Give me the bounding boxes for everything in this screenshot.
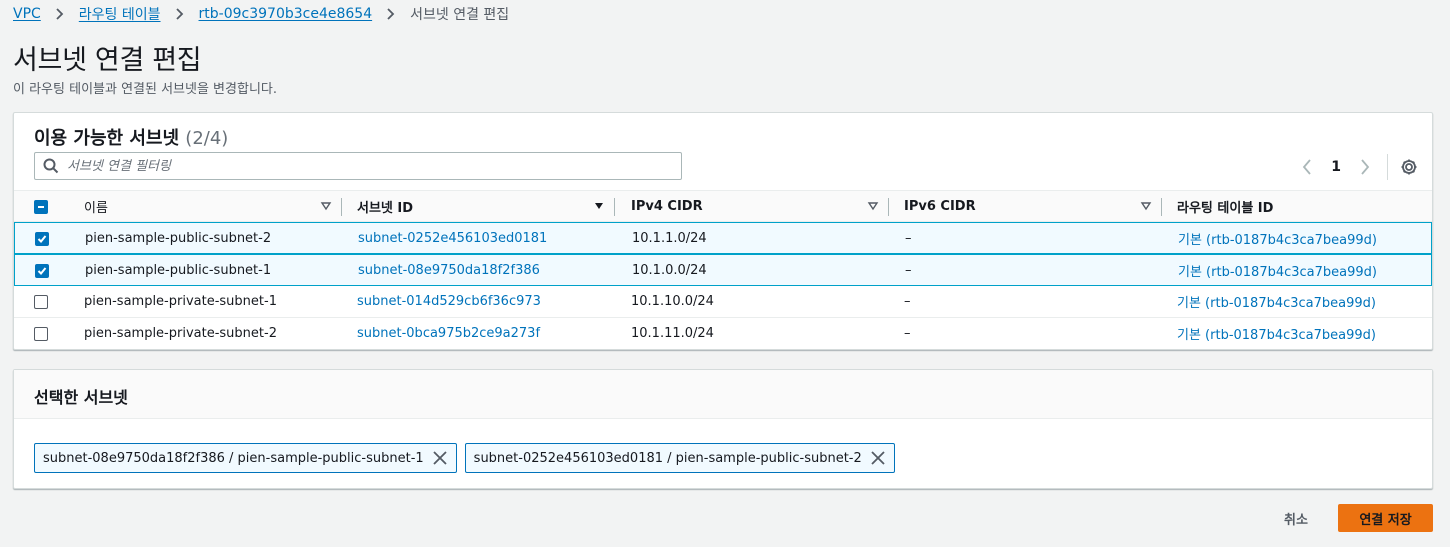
column-name[interactable]: 이름: [84, 191, 342, 222]
ipv4-cidr: 10.1.0.0/24: [632, 263, 707, 278]
ipv4-cidr: 10.1.1.0/24: [632, 231, 707, 246]
column-subnet-id[interactable]: 서브넷 ID: [357, 191, 615, 222]
breadcrumb-route-table-id[interactable]: rtb-09c3970b3ce4e8654: [199, 6, 373, 22]
selected-subnet-token: subnet-0252e456103ed0181 / pien-sample-p…: [464, 443, 895, 473]
column-name-label: 이름: [84, 201, 108, 216]
column-divider: [888, 198, 889, 216]
ipv4-cidr: 10.1.11.0/24: [631, 326, 714, 341]
available-subnets-title: 이용 가능한 서브넷 (2/4): [34, 124, 228, 150]
page-title: 서브넷 연결 편집: [13, 45, 202, 76]
route-table-link[interactable]: 기본 (rtb-0187b4c3ca7bea99d): [1178, 223, 1377, 254]
ipv6-cidr: –: [905, 231, 912, 246]
selected-subnets-header: 선택한 서브넷: [14, 370, 1432, 419]
selected-subnets-title: 선택한 서브넷: [34, 388, 128, 407]
chevron-right-icon: [386, 8, 396, 20]
column-divider: [1161, 198, 1162, 216]
table-row[interactable]: pien-sample-public-subnet-2 subnet-0252e…: [14, 222, 1432, 254]
column-ipv4-cidr[interactable]: IPv4 CIDR: [631, 191, 889, 222]
table-row[interactable]: pien-sample-public-subnet-1 subnet-08e97…: [14, 254, 1432, 286]
selected-subnet-token: subnet-08e9750da18f2f386 / pien-sample-p…: [34, 443, 457, 473]
subnet-name: pien-sample-public-subnet-1: [85, 263, 272, 278]
subnet-id-link[interactable]: subnet-0252e456103ed0181: [358, 223, 547, 254]
ipv6-cidr: –: [904, 326, 911, 341]
selected-subnets-panel: 선택한 서브넷 subnet-08e9750da18f2f386 / pien-…: [13, 369, 1433, 489]
subnet-name: pien-sample-private-subnet-2: [84, 326, 277, 341]
route-table-link[interactable]: 기본 (rtb-0187b4c3ca7bea99d): [1178, 255, 1377, 286]
cancel-button[interactable]: 취소: [1272, 504, 1320, 532]
chevron-right-icon: [175, 8, 185, 20]
available-subnets-count: (2/4): [185, 128, 229, 149]
ipv6-cidr: –: [905, 263, 912, 278]
column-route-table-label: 라우팅 테이블 ID: [1177, 201, 1274, 216]
selected-subnet-tokens: subnet-08e9750da18f2f386 / pien-sample-p…: [34, 443, 895, 473]
chevron-right-icon: [55, 8, 65, 20]
current-page[interactable]: 1: [1331, 159, 1341, 175]
column-route-table-id[interactable]: 라우팅 테이블 ID: [1177, 191, 1427, 222]
subnets-table: 이름 서브넷 ID IPv4 CIDR IPv6 CIDR 라우팅 테이블 ID: [14, 190, 1432, 350]
table-body: pien-sample-public-subnet-2 subnet-0252e…: [14, 222, 1432, 350]
close-icon[interactable]: [432, 450, 448, 466]
table-header: 이름 서브넷 ID IPv4 CIDR IPv6 CIDR 라우팅 테이블 ID: [14, 190, 1432, 222]
available-subnets-title-text: 이용 가능한 서브넷: [34, 128, 180, 149]
row-checkbox[interactable]: [35, 263, 49, 278]
column-divider: [341, 198, 342, 216]
row-checkbox-cell: [35, 223, 49, 254]
subnet-name: pien-sample-public-subnet-2: [85, 231, 272, 246]
sort-caret-icon: [1140, 200, 1152, 212]
table-row[interactable]: pien-sample-private-subnet-2 subnet-0bca…: [14, 318, 1432, 350]
subnet-id-link[interactable]: subnet-08e9750da18f2f386: [358, 255, 540, 286]
column-subnet-id-label: 서브넷 ID: [357, 201, 414, 216]
row-checkbox[interactable]: [35, 231, 49, 246]
available-subnets-panel: 이용 가능한 서브넷 (2/4) 1: [13, 112, 1433, 350]
sort-caret-icon: [867, 200, 879, 212]
breadcrumb-current: 서브넷 연결 편집: [410, 7, 510, 23]
pagination: 1: [1295, 154, 1420, 180]
row-checkbox[interactable]: [34, 326, 48, 341]
chevron-left-icon[interactable]: [1295, 155, 1319, 179]
pager-divider: [1387, 154, 1388, 180]
row-checkbox-cell: [34, 286, 48, 317]
subnet-id-link[interactable]: subnet-014d529cb6f36c973: [357, 286, 541, 317]
gear-icon[interactable]: [1398, 156, 1420, 178]
ipv4-cidr: 10.1.10.0/24: [631, 294, 714, 309]
sort-caret-icon: [593, 200, 605, 212]
breadcrumb-route-tables[interactable]: 라우팅 테이블: [79, 4, 161, 24]
subnet-name: pien-sample-private-subnet-1: [84, 294, 277, 309]
sort-caret-icon: [320, 200, 332, 212]
ipv6-cidr: –: [904, 294, 911, 309]
route-table-link[interactable]: 기본 (rtb-0187b4c3ca7bea99d): [1177, 286, 1376, 317]
breadcrumb: VPC 라우팅 테이블 rtb-09c3970b3ce4e8654 서브넷 연결…: [13, 4, 509, 24]
search-icon: [43, 158, 59, 174]
page-description: 이 라우팅 테이블과 연결된 서브넷을 변경합니다.: [13, 82, 277, 97]
token-label: subnet-08e9750da18f2f386 / pien-sample-p…: [43, 450, 424, 466]
subnet-id-link[interactable]: subnet-0bca975b2ce9a273f: [357, 318, 540, 349]
select-all-checkbox[interactable]: [34, 199, 48, 214]
breadcrumb-vpc[interactable]: VPC: [13, 6, 41, 22]
save-associations-button[interactable]: 연결 저장: [1338, 504, 1433, 532]
select-all-cell: [34, 191, 64, 222]
token-label: subnet-0252e456103ed0181 / pien-sample-p…: [473, 450, 862, 466]
subnet-filter[interactable]: [34, 152, 682, 180]
chevron-right-icon[interactable]: [1353, 155, 1377, 179]
column-divider: [614, 198, 615, 216]
column-ipv6-label: IPv6 CIDR: [904, 199, 976, 214]
route-table-link[interactable]: 기본 (rtb-0187b4c3ca7bea99d): [1177, 318, 1376, 349]
row-checkbox-cell: [34, 318, 48, 349]
table-row[interactable]: pien-sample-private-subnet-1 subnet-014d…: [14, 286, 1432, 318]
row-checkbox-cell: [35, 255, 49, 286]
column-ipv6-cidr[interactable]: IPv6 CIDR: [904, 191, 1162, 222]
close-icon[interactable]: [870, 450, 886, 466]
column-ipv4-label: IPv4 CIDR: [631, 199, 703, 214]
row-checkbox[interactable]: [34, 294, 48, 309]
subnet-filter-input[interactable]: [67, 158, 647, 174]
